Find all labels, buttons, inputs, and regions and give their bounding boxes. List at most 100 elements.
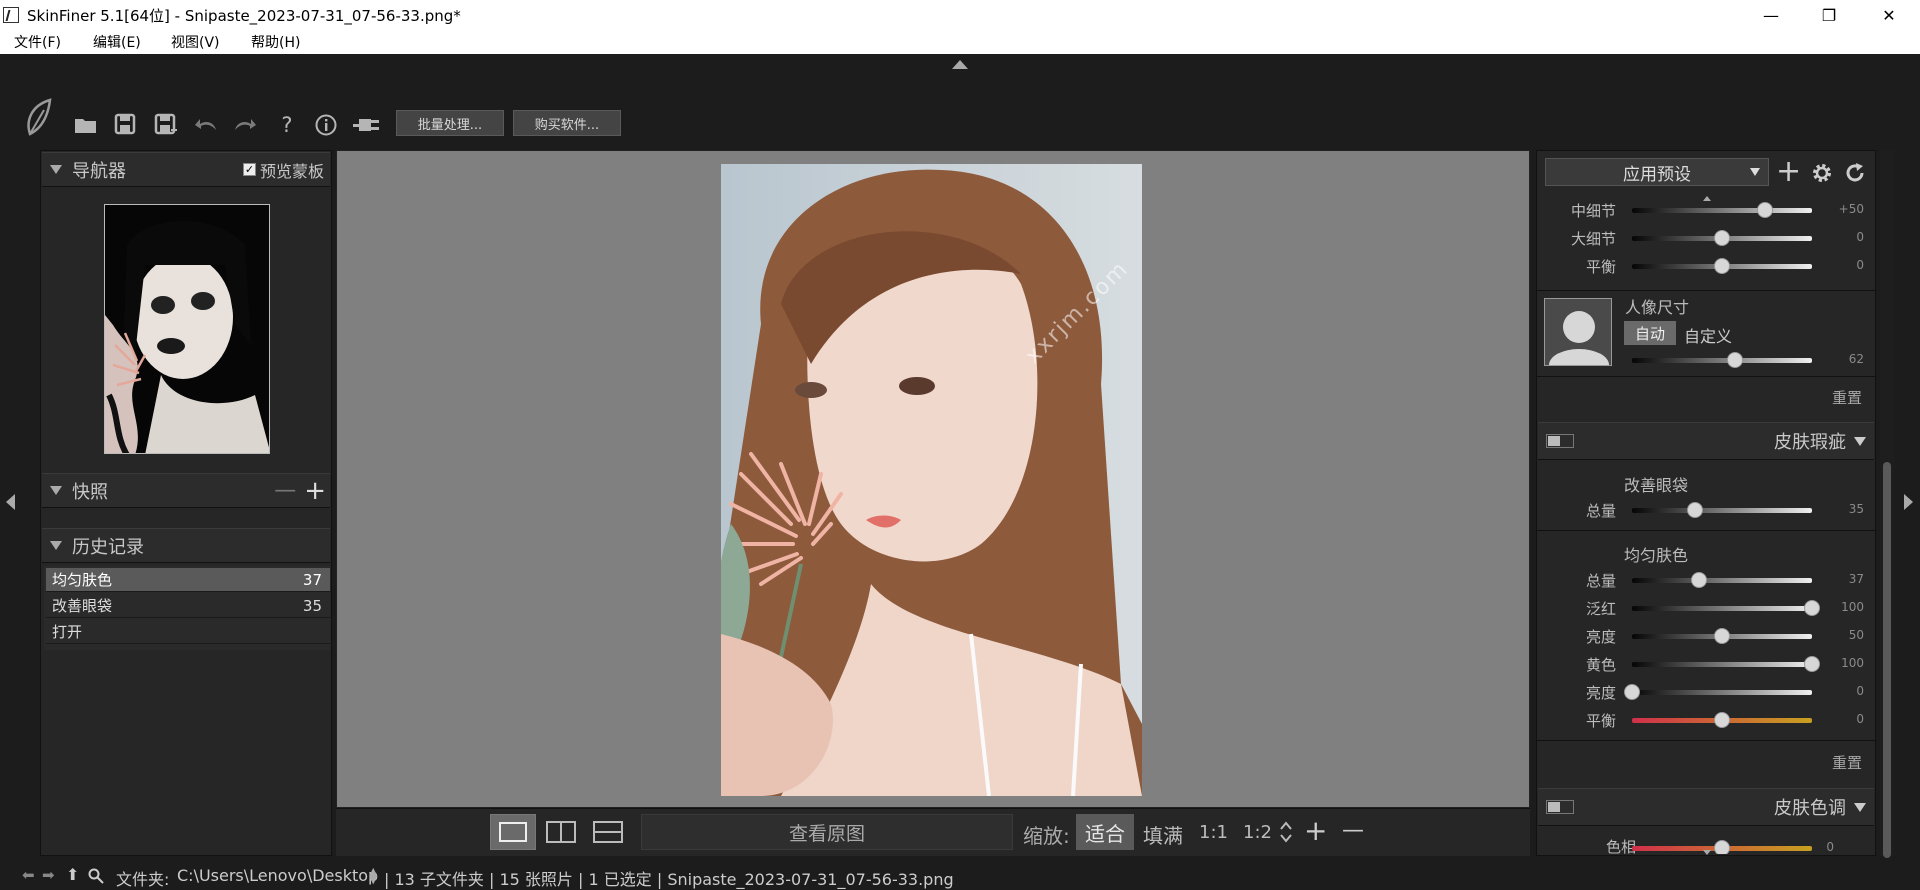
- portrait-auto-button[interactable]: 自动: [1624, 321, 1676, 345]
- path-stepper-icon[interactable]: ▲ ▼: [369, 866, 377, 885]
- zoom-fill-button[interactable]: 填满: [1143, 820, 1183, 849]
- redo-icon[interactable]: [233, 114, 257, 134]
- tone-slider-3-slider-knob[interactable]: [1804, 656, 1820, 672]
- expand-triangle-icon: [50, 165, 62, 174]
- logo-leaf-icon: [27, 98, 52, 136]
- eyebag-title: 改善眼袋: [1624, 476, 1689, 495]
- history-item[interactable]: 改善眼袋 35: [46, 594, 330, 618]
- history-item[interactable]: 打开: [46, 620, 330, 644]
- view-original-button[interactable]: 查看原图: [641, 814, 1013, 850]
- skin-tone-header[interactable]: 皮肤色调: [1538, 788, 1874, 826]
- photo-preview[interactable]: [721, 164, 1142, 796]
- add-preset-icon[interactable]: +: [1776, 154, 1801, 189]
- scrollbar-thumb[interactable]: [1883, 462, 1891, 858]
- reset-button[interactable]: 重置: [1832, 387, 1862, 408]
- forward-arrow-icon[interactable]: ➡: [42, 866, 55, 884]
- section-toggle-icon[interactable]: [1546, 800, 1574, 814]
- save-icon[interactable]: [114, 113, 136, 135]
- add-snapshot-button[interactable]: +: [304, 476, 326, 506]
- detail-slider-1-slider-knob[interactable]: [1714, 230, 1730, 246]
- zoom-in-button[interactable]: +: [1304, 814, 1327, 847]
- zoom-1-2-button[interactable]: 1:2: [1243, 822, 1272, 843]
- menu-view[interactable]: 视图(V): [171, 32, 220, 52]
- collapse-triangle-icon[interactable]: [1854, 802, 1866, 812]
- undo-icon[interactable]: [194, 114, 218, 134]
- skin-blemish-header[interactable]: 皮肤瑕疵: [1538, 422, 1874, 460]
- portrait-custom-button[interactable]: 自定义: [1684, 323, 1732, 347]
- maximize-button[interactable]: ❐: [1800, 0, 1858, 30]
- history-item[interactable]: 均匀肤色 37: [46, 568, 330, 592]
- split-horizontal-button[interactable]: [590, 814, 626, 850]
- detail-slider-2-slider-knob[interactable]: [1714, 258, 1730, 274]
- navigator-thumbnail[interactable]: [104, 204, 270, 454]
- tone-slider-4-value: 0: [1856, 684, 1864, 698]
- portrait-size-slider-knob[interactable]: [1726, 352, 1743, 368]
- menu-edit[interactable]: 编辑(E): [93, 32, 141, 52]
- help-icon[interactable]: ?: [275, 114, 299, 136]
- info-icon[interactable]: [314, 113, 338, 137]
- up-arrow-icon[interactable]: ⬆: [66, 865, 79, 884]
- portrait-size-slider-track[interactable]: [1632, 358, 1812, 363]
- tone-slider-0-slider-knob[interactable]: [1690, 572, 1707, 588]
- eyebag-amount-slider-track[interactable]: [1632, 508, 1812, 513]
- navigator-header[interactable]: 导航器 ✓ 预览蒙板: [42, 152, 330, 187]
- open-folder-icon[interactable]: [74, 115, 98, 135]
- scroll-down-icon[interactable]: [1703, 850, 1711, 855]
- tone-slider-3-slider-track[interactable]: [1632, 662, 1812, 667]
- tone-slider-2-slider-knob[interactable]: [1714, 628, 1730, 644]
- collapse-top-icon[interactable]: [952, 60, 968, 69]
- collapse-left-icon[interactable]: [6, 494, 15, 510]
- search-icon[interactable]: [88, 868, 104, 884]
- menu-file[interactable]: 文件(F): [14, 32, 61, 52]
- tone-slider-4-slider-knob[interactable]: [1624, 684, 1640, 700]
- divider: [1536, 290, 1876, 291]
- app-icon: [3, 7, 19, 23]
- tone-slider-5-value: 0: [1856, 712, 1864, 726]
- history-header[interactable]: 历史记录: [42, 528, 330, 563]
- checkbox-icon[interactable]: ✓: [242, 163, 256, 176]
- buy-software-button[interactable]: 购买软件...: [513, 110, 621, 136]
- preview-mask-toggle[interactable]: ✓ 预览蒙板: [242, 158, 324, 182]
- navigator-title: 导航器: [72, 160, 126, 182]
- history-item-value: 35: [302, 596, 322, 615]
- portrait-size-value: 62: [1848, 352, 1864, 366]
- save-as-icon[interactable]: [154, 113, 178, 135]
- skin-blemish-title: 皮肤瑕疵: [1774, 432, 1846, 453]
- detail-slider-0-slider-track[interactable]: [1632, 208, 1812, 213]
- single-view-button[interactable]: [490, 814, 536, 850]
- folder-info: | 13 子文件夹 | 15 张照片 | 1 已选定 | Snipaste_20…: [384, 870, 954, 889]
- tone-slider-4-slider-track[interactable]: [1632, 690, 1812, 695]
- reset-button[interactable]: 重置: [1832, 752, 1862, 773]
- hue-slider-knob[interactable]: [1714, 840, 1730, 854]
- remove-snapshot-button[interactable]: —: [274, 478, 296, 503]
- split-horizontal-icon: [593, 821, 623, 843]
- tone-slider-0-slider-track[interactable]: [1632, 578, 1812, 583]
- refresh-icon[interactable]: [1843, 161, 1867, 185]
- zoom-stepper-icon[interactable]: [1279, 820, 1293, 844]
- detail-slider-0-value: +50: [1838, 202, 1864, 216]
- menu-bar: 文件(F) 编辑(E) 视图(V) 帮助(H): [0, 30, 1920, 54]
- plugin-icon[interactable]: [352, 115, 382, 135]
- close-button[interactable]: ✕: [1860, 0, 1918, 30]
- tone-slider-3-label: 黄色: [1585, 656, 1616, 674]
- batch-process-button[interactable]: 批量处理...: [396, 110, 504, 136]
- collapse-right-icon[interactable]: [1904, 494, 1913, 510]
- eyebag-amount-slider-knob[interactable]: [1687, 502, 1703, 518]
- zoom-fit-button[interactable]: 适合: [1076, 814, 1134, 850]
- tone-slider-5-slider-knob[interactable]: [1714, 712, 1730, 728]
- preset-dropdown[interactable]: 应用预设: [1545, 158, 1769, 186]
- gear-icon[interactable]: [1810, 161, 1834, 185]
- minimize-button[interactable]: —: [1742, 0, 1800, 30]
- zoom-1-1-button[interactable]: 1:1: [1199, 822, 1228, 843]
- zoom-out-button[interactable]: —: [1342, 818, 1364, 843]
- scroll-up-icon[interactable]: [1703, 196, 1711, 201]
- tone-slider-1-slider-knob[interactable]: [1804, 600, 1820, 616]
- collapse-triangle-icon[interactable]: [1854, 436, 1866, 446]
- back-arrow-icon[interactable]: ⬅: [22, 866, 35, 884]
- tone-slider-1-slider-track[interactable]: [1632, 606, 1812, 611]
- snapshots-header[interactable]: 快照 — +: [42, 473, 330, 508]
- section-toggle-icon[interactable]: [1546, 434, 1574, 448]
- menu-help[interactable]: 帮助(H): [251, 32, 300, 52]
- folder-path[interactable]: C:\Users\Lenovo\Desktop: [177, 866, 378, 885]
- split-vertical-button[interactable]: [544, 814, 578, 850]
